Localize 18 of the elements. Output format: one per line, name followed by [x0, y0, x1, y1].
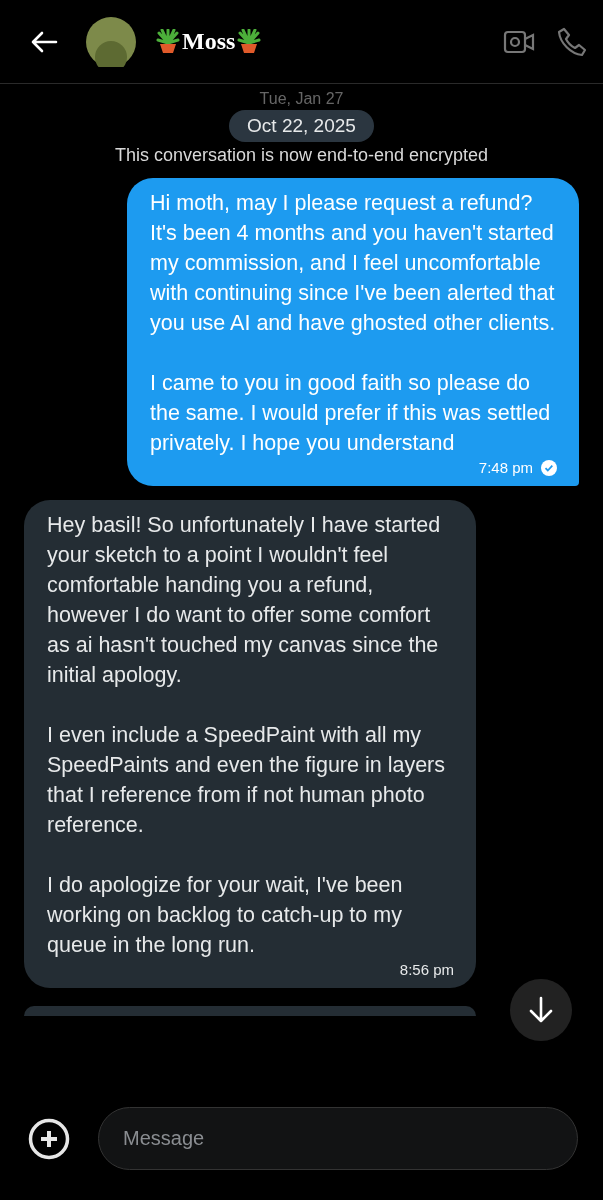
- message-bubble[interactable]: [24, 500, 476, 988]
- potted-plant-icon: [156, 28, 180, 55]
- back-icon[interactable]: [30, 30, 58, 53]
- date-chip: Oct 22, 2025: [229, 110, 374, 142]
- potted-plant-icon: [237, 28, 262, 55]
- message-text: Hey basil! So unfortunately I have started your sketch to a point I wouldn't feel comfortable handing you a refund, however I do want to offer some comfort as ai hasn't touched my canvas since the initial apology. I even include a SpeedPaint with all my SpeedPaints and even the figure in layers that I reference from if not human photo reference. I do apologize for your wait, I've been working on backlog to catch-up to my queue in the long run.: [47, 512, 446, 959]
- message-time: 8:56 pm: [399, 960, 454, 980]
- add-icon[interactable]: [28, 1117, 70, 1160]
- arrow-down-icon: [528, 996, 554, 1024]
- phone-icon[interactable]: [557, 26, 587, 57]
- video-call-icon[interactable]: [503, 28, 535, 55]
- date-separator: Tue, Jan 27: [259, 90, 344, 108]
- avatar[interactable]: [86, 16, 136, 67]
- message-text: Hi moth, may I please request a refund? It's been 4 months and you haven't started my commission, and I feel uncomfortable with continuing since I've been alerted that you use AI and have ghosted other clients. I came to you in good faith so please do the same. I would prefer if this was settled privately. I hope you understand: [150, 190, 557, 457]
- contact-name: Moss: [182, 28, 236, 55]
- encryption-notice: This conversation is now end-to-end encrypted: [114, 145, 489, 166]
- message-time: 7:48 pm: [478, 458, 533, 478]
- message-field[interactable]: Message: [98, 1107, 578, 1170]
